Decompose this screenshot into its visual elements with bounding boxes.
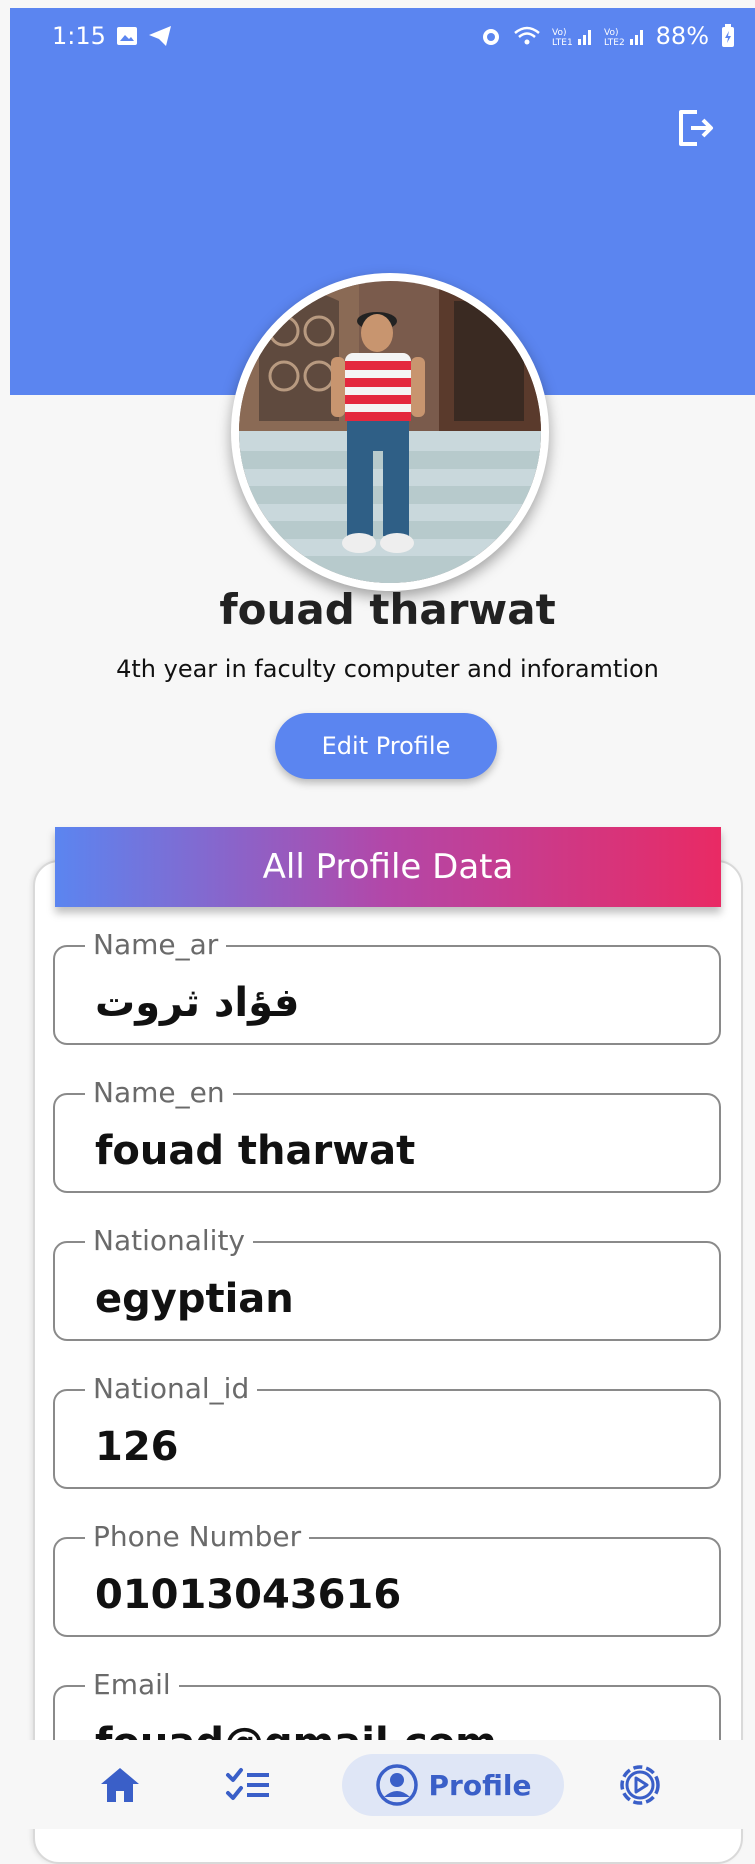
nav-tasks[interactable] [218,1754,278,1816]
battery-icon [721,24,735,48]
profile-subtitle: 4th year in faculty computer and inforam… [116,655,659,683]
name-ar-field[interactable]: Name_ar فؤاد ثروت [53,927,721,1045]
battery-percent: 88% [655,22,709,50]
signal-lte1-icon: Vo) LTE1 [552,25,592,47]
nationality-field[interactable]: Nationality egyptian [53,1223,721,1341]
edit-profile-button[interactable]: Edit Profile [275,713,497,779]
svg-text:LTE1: LTE1 [552,38,573,47]
field-label: Name_ar [85,927,227,963]
field-label: National_id [85,1371,258,1407]
status-left: 1:15 [52,22,172,50]
home-icon [101,1768,139,1802]
alarm-icon [480,25,502,47]
settings-icon [620,1765,660,1805]
field-label: Email [85,1667,179,1703]
nav-profile[interactable]: Profile [342,1754,564,1816]
gallery-icon [116,26,138,46]
status-time: 1:15 [52,22,106,50]
profile-name: fouad tharwat [219,585,556,634]
field-value: 01013043616 [95,1572,402,1618]
national-id-field[interactable]: National_id 126 [53,1371,721,1489]
telegram-icon [148,25,172,47]
svg-text:Vo): Vo) [604,28,618,38]
status-right: Vo) LTE1 Vo) LTE2 88% [480,22,735,50]
nav-profile-label: Profile [428,1768,532,1802]
checklist-icon [226,1768,269,1800]
field-label: Name_en [85,1075,233,1111]
wifi-icon [513,26,540,46]
field-value: egyptian [95,1276,294,1322]
signal-lte2-icon: Vo) LTE2 [604,25,644,47]
field-label: Nationality [85,1223,254,1259]
field-label: Phone Number [85,1519,310,1555]
svg-text:LTE2: LTE2 [604,38,625,47]
bottom-nav: Profile [0,1740,755,1829]
avatar-photo [239,281,541,583]
field-value: 126 [95,1424,179,1470]
status-bar: 1:15 Vo) LTE1 Vo) LTE2 88% [10,8,755,64]
logout-button[interactable] [671,104,719,152]
card-title: All Profile Data [55,827,721,907]
nav-settings[interactable] [610,1754,670,1816]
phone-number-field[interactable]: Phone Number 01013043616 [53,1519,721,1637]
avatar[interactable] [231,273,549,591]
svg-text:Vo): Vo) [552,28,566,38]
field-value: fouad tharwat [95,1128,416,1174]
person-icon [375,1764,418,1806]
field-value: فؤاد ثروت [95,980,300,1026]
name-en-field[interactable]: Name_en fouad tharwat [53,1075,721,1193]
logout-icon [679,110,713,146]
nav-home[interactable] [90,1754,150,1816]
